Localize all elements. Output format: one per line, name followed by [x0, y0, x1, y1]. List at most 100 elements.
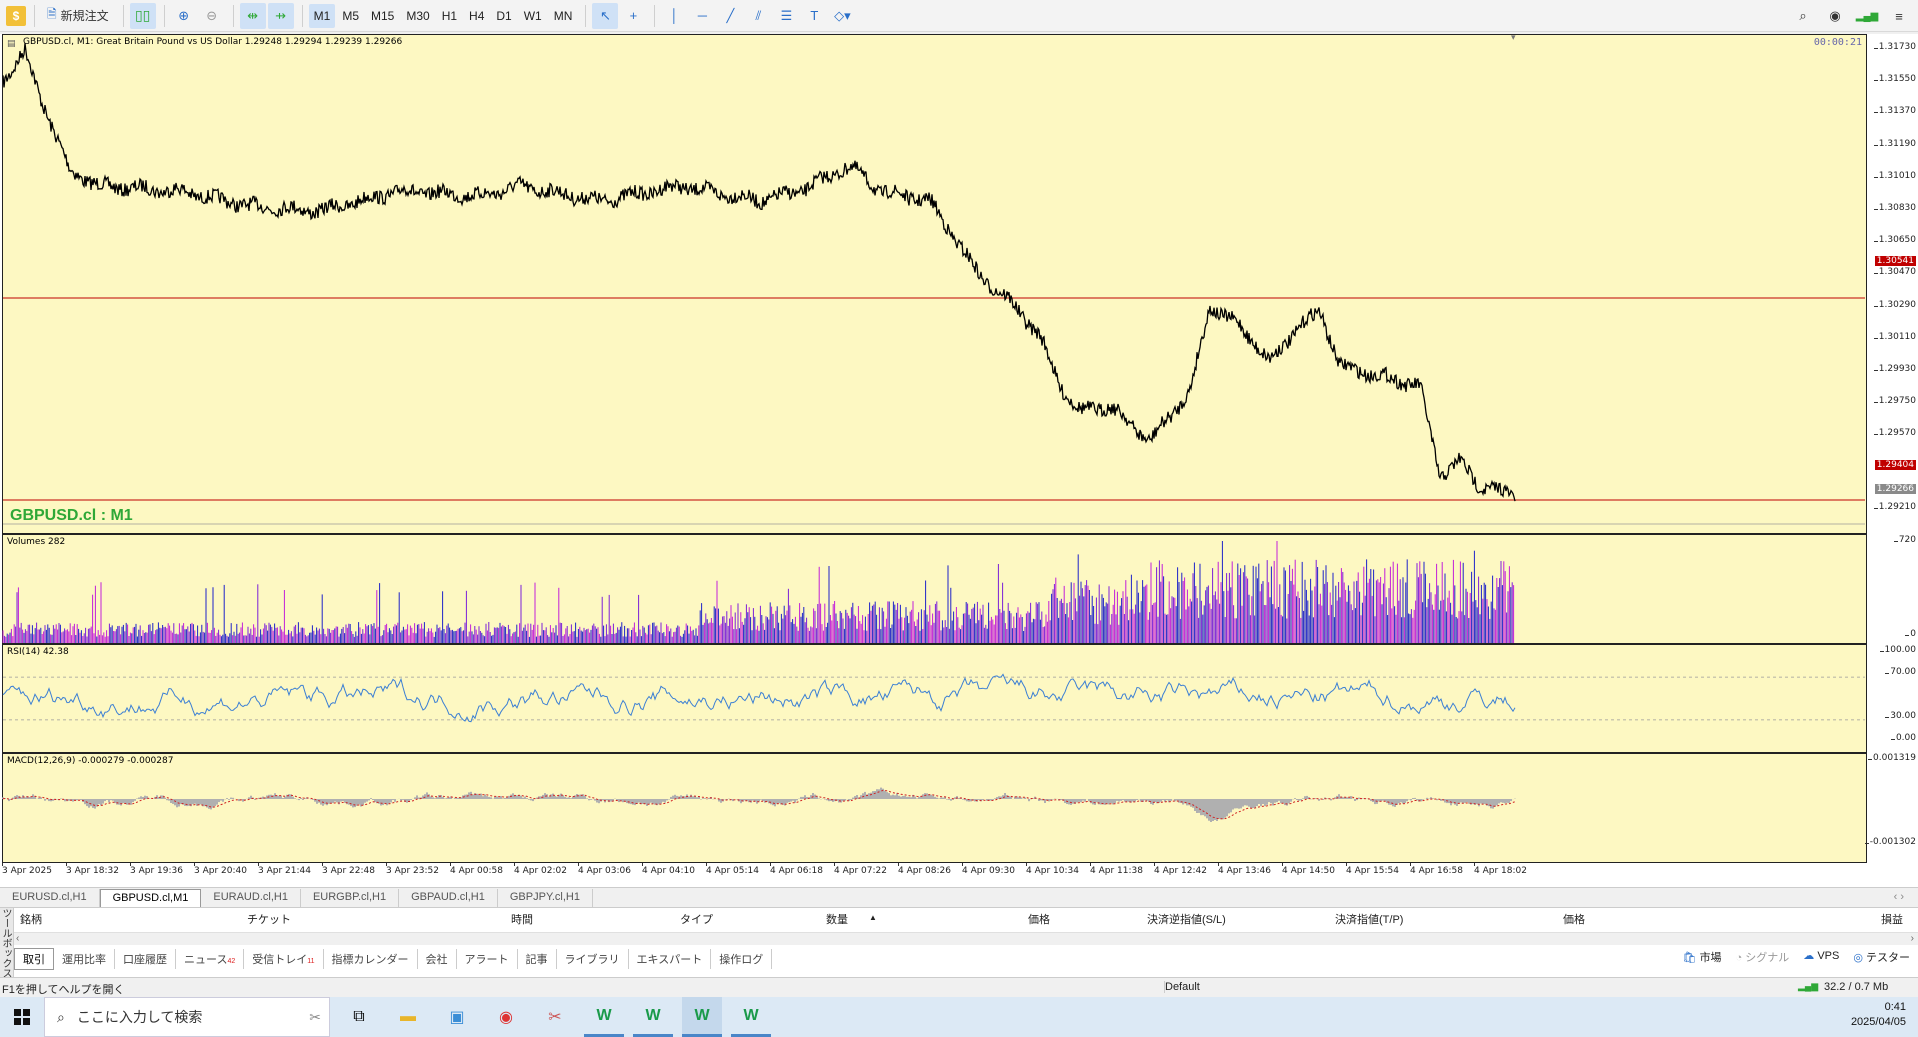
toolbox-tab[interactable]: 取引 [14, 948, 54, 970]
toolbox-tab-label: 受信トレイ [252, 954, 308, 966]
channel-icon[interactable]: ⫽ [745, 3, 771, 29]
candlestick-chart-icon[interactable]: ▯▯ [129, 2, 156, 29]
toolbox-side-label[interactable]: ツールボックス [0, 908, 14, 978]
scroll-right-icon[interactable]: › [1911, 933, 1914, 944]
file-explorer-icon[interactable]: ▬ [388, 997, 428, 1037]
toolbar-separator [34, 4, 35, 27]
chart-tab[interactable]: EURGBP.cl,H1 [301, 889, 400, 907]
horizontal-scrollbar[interactable]: ‹ › [14, 932, 1918, 945]
trade-column-header[interactable]: チケット [247, 911, 291, 927]
scroll-left-icon[interactable]: ‹ [16, 933, 19, 944]
metatrader-icon[interactable]: W [731, 997, 771, 1037]
horizontal-line-icon[interactable]: ─ [689, 3, 715, 29]
clock-time: 0:41 [1884, 1001, 1906, 1013]
trade-column-header[interactable]: 価格 [1563, 911, 1585, 927]
toolbox-tab[interactable]: ニュース42 [176, 949, 245, 969]
toolbox-link-market[interactable]: 🛍 市場 [1683, 949, 1722, 965]
trade-column-header[interactable]: 損益 [1881, 911, 1903, 927]
task-view-icon[interactable]: ⧉ [339, 997, 379, 1037]
trade-column-header[interactable]: 決済指値(T/P) [1335, 911, 1403, 927]
trade-column-header[interactable]: 時間 [511, 911, 533, 927]
taskbar-search-input[interactable]: ⌕ ここに入力して検索 ✂ [44, 997, 330, 1037]
trade-table-header: 銘柄 チケット 時間 タイプ 数量 価格 決済逆指値(S/L) 決済指値(T/P) 価格 損益 ▲ [14, 911, 1918, 927]
snipping-tool-icon[interactable]: ✂ [535, 997, 575, 1037]
text-tool-icon[interactable]: T [801, 3, 827, 29]
chart-window[interactable]: GBPUSD.cl, M1: Great Britain Pound vs US… [0, 32, 1918, 887]
timeframe-m5-button[interactable]: M5 [337, 4, 364, 28]
toolbar-separator [654, 4, 656, 27]
menu-icon[interactable]: ≡ [1886, 3, 1912, 29]
chart-tab[interactable]: GBPAUD.cl,H1 [399, 889, 498, 907]
price-axis-label: 1.29570 [1873, 428, 1916, 439]
price-axis-label: 1.30470 [1873, 267, 1916, 278]
toolbox-tab-label: 運用比率 [62, 954, 106, 966]
time-axis-label: 4 Apr 13:46 [1218, 863, 1271, 876]
chart-tabs: EURUSD.cl,H1 GBPUSD.cl,M1 EURAUD.cl,H1 EURG… [0, 887, 1918, 907]
zoom-in-icon[interactable]: ⊕ [171, 3, 197, 29]
timeframe-mn-button[interactable]: MN [549, 4, 578, 28]
chart-tab[interactable]: GBPUSD.cl,M1 [99, 889, 202, 907]
chart-tab[interactable]: EURUSD.cl,H1 [0, 889, 100, 907]
app-window-icon[interactable]: ▣ [437, 997, 477, 1037]
chart-tab[interactable]: GBPJPY.cl,H1 [498, 889, 593, 907]
toolbox-tab[interactable]: 受信トレイ11 [244, 949, 324, 969]
toolbox-panel: ツールボックス 銘柄 チケット 時間 タイプ 数量 価格 決済逆指値(S/L) 決済指値(T/… [0, 907, 1918, 978]
trade-column-header[interactable]: タイプ [680, 911, 713, 927]
timeframe-m30-button[interactable]: M30 [401, 4, 434, 28]
chart-tab[interactable]: EURAUD.cl,H1 [201, 889, 301, 907]
price-axis-label: 1.29930 [1873, 364, 1916, 374]
toolbox-link-vps[interactable]: ☁ VPS [1803, 949, 1839, 965]
trade-column-header[interactable]: 価格 [1028, 911, 1050, 927]
timeframe-w1-button[interactable]: W1 [519, 4, 547, 28]
new-order-button[interactable]: 🗎 新規注文 [41, 3, 115, 29]
toolbox-tab[interactable]: エキスパート [629, 949, 712, 969]
zoom-out-icon[interactable]: ⊖ [199, 3, 225, 29]
timeframe-h1-button[interactable]: H1 [437, 4, 462, 28]
toolbox-tab[interactable]: ライブラリ [557, 949, 629, 969]
toolbox-tab[interactable]: 会社 [418, 949, 457, 969]
metatrader-icon[interactable]: W [633, 997, 673, 1037]
toolbox-tab[interactable]: 記事 [518, 949, 557, 969]
toolbox-tab[interactable]: アラート [457, 949, 518, 969]
timeframe-h4-button[interactable]: H4 [464, 4, 489, 28]
windows-start-icon[interactable] [0, 997, 44, 1037]
toolbox-tab-label: 会社 [425, 954, 448, 966]
toolbox-tab-label: ニュース [184, 954, 228, 966]
toolbox-tab[interactable]: 指標カレンダー [324, 949, 418, 969]
timeframe-m1-button[interactable]: M1 [308, 3, 336, 28]
system-clock[interactable]: 0:41 2025/04/05 [1851, 1000, 1906, 1030]
tab-scroll-arrows-icon[interactable]: ‹ › [1894, 891, 1904, 903]
cursor-icon[interactable]: ↖ [592, 2, 619, 29]
trade-column-header[interactable]: 決済逆指値(S/L) [1147, 911, 1226, 927]
auto-scroll-icon[interactable]: ⇹ [239, 2, 266, 29]
toolbox-tab[interactable]: 操作ログ [711, 949, 773, 969]
clock-date: 2025/04/05 [1850, 1016, 1906, 1028]
timeframe-m15-button[interactable]: M15 [366, 4, 399, 28]
toolbox-tab[interactable]: 運用比率 [54, 949, 115, 969]
crosshair-icon[interactable]: + [620, 3, 646, 29]
chrome-icon[interactable]: ◉ [486, 997, 526, 1037]
metatrader-icon[interactable]: W [682, 997, 722, 1037]
trendline-icon[interactable]: ╱ [717, 3, 743, 29]
time-axis-label: 3 Apr 18:32 [66, 863, 119, 876]
trade-column-header[interactable]: 数量 [826, 911, 848, 927]
toolbox-link-tester[interactable]: ◎ テスター [1853, 949, 1910, 965]
metatrader-icon[interactable]: W [584, 997, 624, 1037]
time-axis[interactable]: 3 Apr 2025 3 Apr 18:32 3 Apr 19:36 3 Apr 20… [0, 863, 1867, 883]
macd-axis-label: 0.001319 [1868, 753, 1916, 763]
timeframe-d1-button[interactable]: D1 [491, 4, 516, 28]
toolbox-tab[interactable]: 口座履歴 [115, 949, 176, 969]
vertical-line-icon[interactable]: │ [661, 3, 687, 29]
upper-level-price-tag: 1.30541 [1874, 256, 1916, 266]
level-icon[interactable]: ▂▄▆ [1854, 3, 1880, 29]
algo-trading-icon[interactable]: $ [6, 5, 26, 26]
time-axis-label: 3 Apr 2025 [2, 863, 52, 876]
trade-column-header[interactable]: 銘柄 [20, 911, 42, 927]
account-icon[interactable]: ◉ [1822, 3, 1848, 29]
fibonacci-icon[interactable]: ☰ [773, 3, 799, 29]
chart-shift-icon[interactable]: ⇸ [267, 2, 294, 29]
profile-name[interactable]: Default [1164, 981, 1200, 993]
shapes-icon[interactable]: ◇▾ [829, 3, 855, 29]
search-icon[interactable]: ⌕ [1790, 3, 1816, 29]
toolbox-link-signals[interactable]: ◔ シグナル [1736, 949, 1790, 965]
